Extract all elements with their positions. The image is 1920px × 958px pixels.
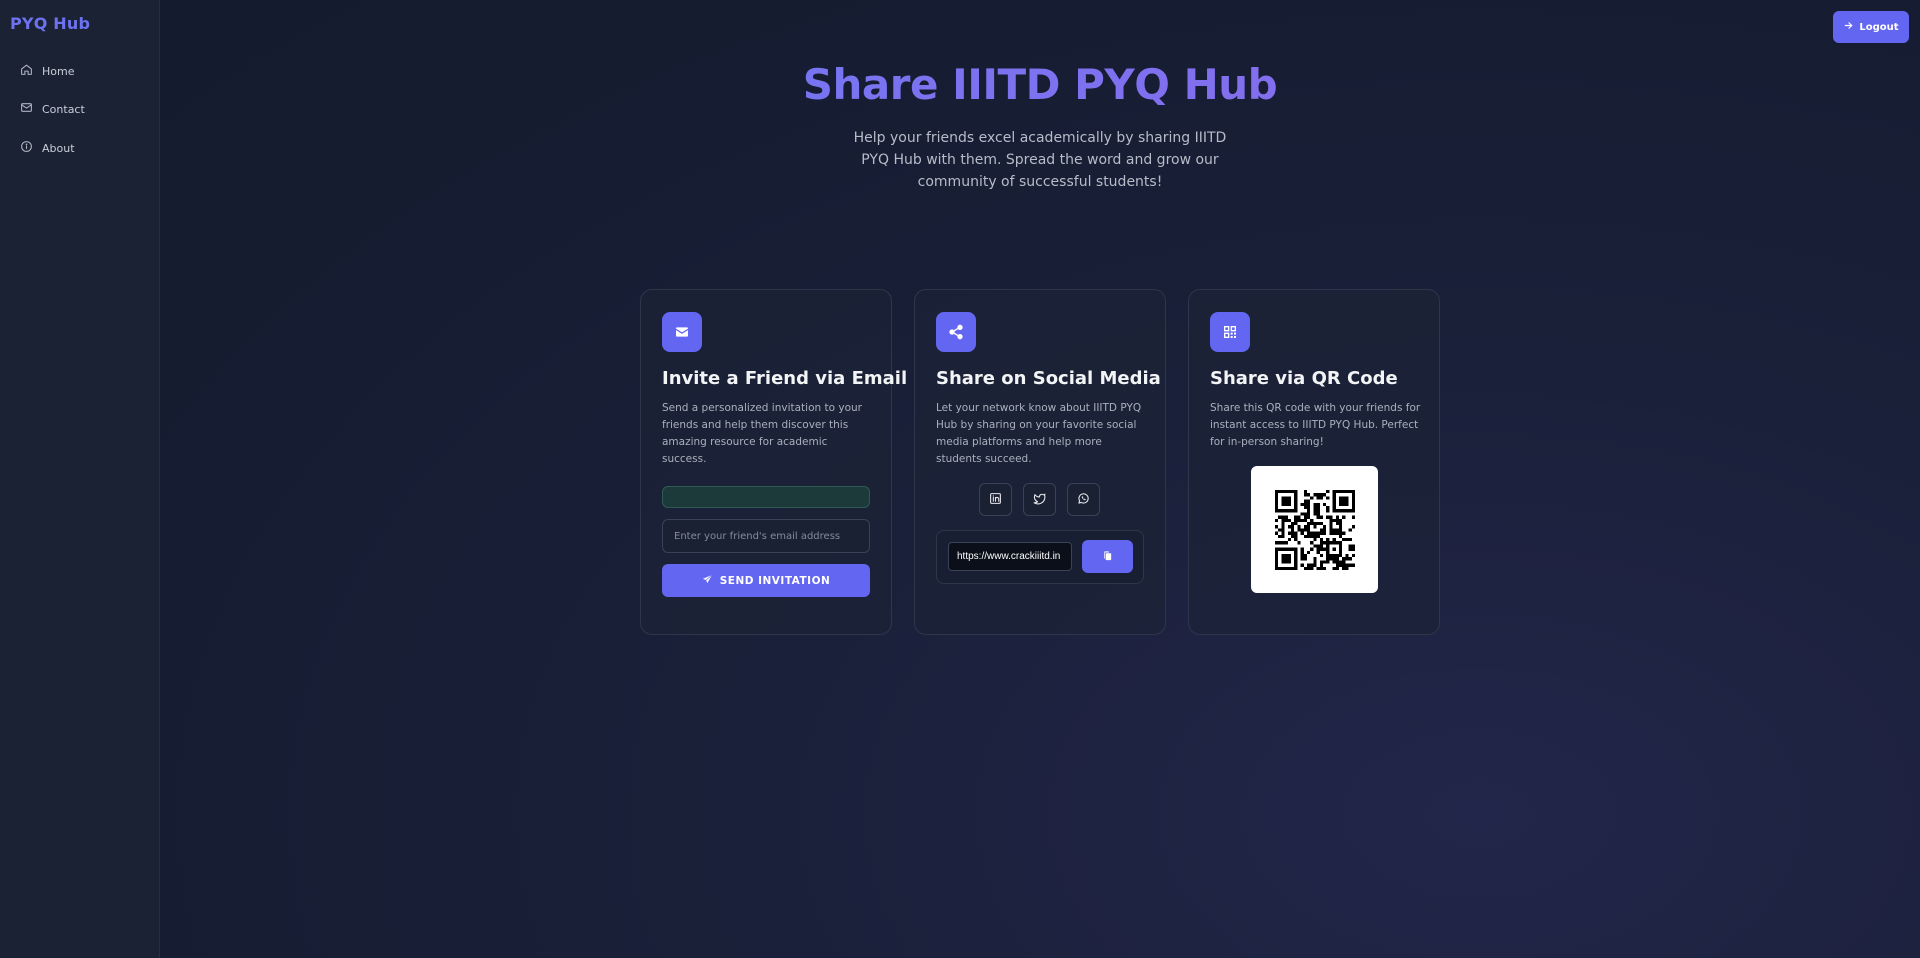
qr-code-frame bbox=[1251, 466, 1378, 593]
social-share-card: Share on Social Media Let your network k… bbox=[914, 289, 1166, 635]
logout-button[interactable]: Logout bbox=[1833, 11, 1909, 43]
sidebar-item-label: About bbox=[42, 141, 75, 155]
main-content: Logout Share IIITD PYQ Hub Help your fri… bbox=[160, 0, 1920, 958]
qr-code-icon bbox=[1210, 312, 1250, 352]
sidebar-item-label: Contact bbox=[42, 102, 85, 116]
card-title: Share via QR Code bbox=[1210, 368, 1398, 389]
card-description: Send a personalized invitation to your f… bbox=[662, 402, 862, 465]
card-title: Share on Social Media bbox=[936, 368, 1161, 389]
sidebar-item-about[interactable]: About bbox=[20, 137, 75, 159]
sidebar-item-home[interactable]: Home bbox=[20, 60, 74, 82]
share-icon bbox=[936, 312, 976, 352]
brand-logo[interactable]: PYQ Hub bbox=[10, 14, 90, 33]
twitter-icon bbox=[1033, 490, 1046, 509]
send-invitation-label: SEND INVITATION bbox=[719, 574, 831, 587]
info-icon bbox=[20, 140, 33, 156]
status-message-bar bbox=[662, 486, 870, 508]
twitter-share-button[interactable] bbox=[1023, 483, 1056, 516]
copy-link-button[interactable] bbox=[1082, 540, 1133, 573]
paper-plane-icon bbox=[702, 574, 713, 588]
linkedin-icon bbox=[989, 490, 1002, 509]
whatsapp-share-button[interactable] bbox=[1067, 483, 1100, 516]
copy-icon bbox=[1102, 549, 1113, 564]
qr-code-image bbox=[1274, 489, 1355, 570]
share-link-field[interactable] bbox=[948, 542, 1072, 571]
page-title: Share IIITD PYQ Hub bbox=[160, 60, 1920, 109]
whatsapp-icon bbox=[1077, 490, 1090, 509]
card-description: Share this QR code with your friends for… bbox=[1210, 402, 1421, 448]
email-invite-card: Invite a Friend via Email Send a persona… bbox=[640, 289, 907, 635]
sidebar: PYQ Hub Home Contact About bbox=[0, 0, 160, 958]
logout-label: Logout bbox=[1859, 21, 1899, 33]
share-link-box bbox=[936, 530, 1144, 584]
email-field[interactable] bbox=[662, 519, 870, 553]
arrow-right-icon bbox=[1843, 20, 1854, 34]
home-icon bbox=[20, 63, 33, 79]
social-buttons bbox=[979, 483, 1100, 516]
linkedin-share-button[interactable] bbox=[979, 483, 1012, 516]
envelope-icon bbox=[662, 312, 702, 352]
sidebar-item-contact[interactable]: Contact bbox=[20, 98, 85, 120]
send-invitation-button[interactable]: SEND INVITATION bbox=[662, 564, 870, 597]
page-subtitle: Help your friends excel academically by … bbox=[853, 130, 1227, 190]
qr-share-card: Share via QR Code Share this QR code wit… bbox=[1188, 289, 1440, 635]
mail-icon bbox=[20, 101, 33, 117]
card-description: Let your network know about IIITD PYQ Hu… bbox=[936, 402, 1142, 465]
card-title: Invite a Friend via Email bbox=[662, 368, 908, 389]
sidebar-item-label: Home bbox=[42, 64, 75, 78]
